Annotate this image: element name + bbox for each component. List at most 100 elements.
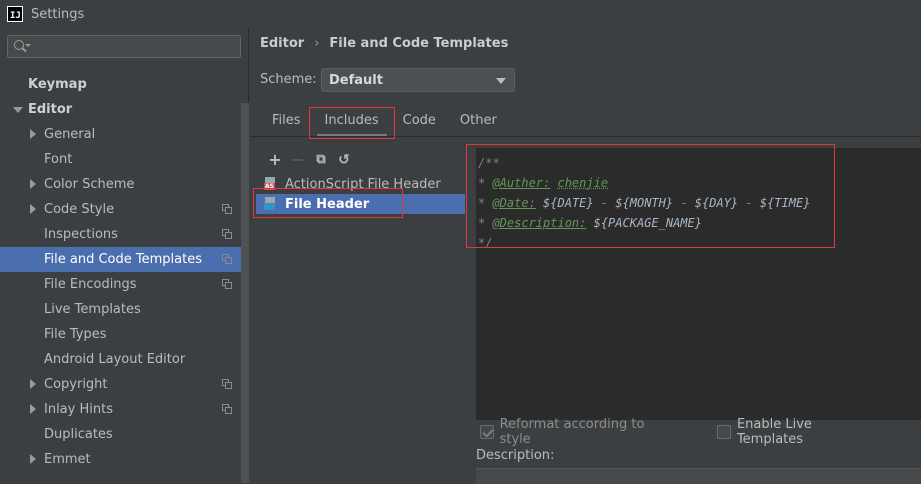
chevron-down-icon[interactable] [13,107,23,113]
window-title: Settings [31,6,85,22]
settings-sidebar: Keymap Editor General Font Color Scheme Code … [0,28,249,484]
reformat-checkbox[interactable] [480,425,494,439]
sidebar-item-keymap[interactable]: Keymap [0,72,249,97]
chevron-right-icon[interactable] [30,204,36,214]
breadcrumb-parent[interactable]: Editor [260,36,304,51]
project-scope-icon [222,229,232,239]
main-panel: Editor › File and Code Templates Scheme:… [250,28,921,484]
chevron-right-icon[interactable] [30,404,36,414]
template-tabs: Files Includes Code Other [260,104,509,137]
sidebar-item-file-types[interactable]: File Types [0,322,249,347]
remove-icon[interactable]: − [291,152,305,168]
sidebar-item-label: Code Style [44,202,115,217]
sidebar-item-file-and-code-templates[interactable]: File and Code Templates [0,247,249,272]
author-value: chenjie [557,176,609,190]
template-item[interactable]: File Header [256,194,466,214]
sidebar-item-label: Keymap [28,77,87,92]
sidebar-item-copyright[interactable]: Copyright [0,372,249,397]
pane-splitter[interactable] [465,148,476,484]
description-label: Description: [476,448,555,463]
chevron-right-icon[interactable] [30,179,36,189]
chevron-right-icon[interactable] [30,379,36,389]
sidebar-scrollbar[interactable] [241,103,249,483]
reformat-label[interactable]: Reformat according to style [500,417,674,447]
tab-divider [250,136,921,137]
template-name: File Header [285,196,370,212]
template-editor[interactable]: /** * @Auther: chenjie * @Date: ${DATE} … [476,148,921,420]
breadcrumb: Editor › File and Code Templates [260,36,508,51]
breadcrumb-separator: › [314,36,320,51]
scheme-select[interactable]: Default [321,68,515,92]
template-list-pane: + − ⧉ ↺ AS ActionScript File Header File H… [256,148,466,484]
code-line: /** [478,156,500,170]
breadcrumb-current: File and Code Templates [329,36,509,51]
chevron-right-icon[interactable] [30,454,36,464]
add-icon[interactable]: + [268,152,282,168]
description-box [476,468,921,484]
project-scope-icon [222,279,232,289]
sidebar-item-inspections[interactable]: Inspections [0,222,249,247]
search-icon[interactable] [13,39,31,55]
sidebar-item-color-scheme[interactable]: Color Scheme [0,172,249,197]
sidebar-item-emmet[interactable]: Emmet [0,447,249,472]
live-templates-label[interactable]: Enable Live Templates [737,417,877,447]
template-item[interactable]: AS ActionScript File Header [256,174,466,194]
sidebar-item-label: Inspections [44,227,118,242]
date-var: ${DATE} [543,196,594,210]
sidebar-item-code-style[interactable]: Code Style [0,197,249,222]
day-var: ${DAY} [694,196,739,210]
live-templates-checkbox[interactable] [717,425,731,439]
project-scope-icon [222,404,232,414]
time-var: ${TIME} [759,196,811,210]
sidebar-item-label: File Types [44,327,107,342]
sidebar-item-label: File Encodings [44,277,137,292]
intellij-logo-icon: IJ [7,6,23,22]
sidebar-item-file-encodings[interactable]: File Encodings [0,272,249,297]
copy-icon[interactable]: ⧉ [314,153,328,167]
sidebar-item-label: Android Layout Editor [44,352,186,367]
reset-icon[interactable]: ↺ [337,153,351,167]
tab-includes[interactable]: Includes [313,104,391,137]
settings-tree: Keymap Editor General Font Color Scheme Code … [0,64,249,472]
package-var: ${PACKAGE_NAME} [593,216,702,230]
actionscript-file-icon: AS [264,177,277,191]
sidebar-item-editor[interactable]: Editor [0,97,249,122]
sidebar-item-inlay-hints[interactable]: Inlay Hints [0,397,249,422]
sidebar-item-label: File and Code Templates [44,252,202,267]
scheme-label: Scheme: [260,72,317,87]
code-line: * @Description: ${PACKAGE_NAME} [478,216,702,230]
sidebar-item-duplicates[interactable]: Duplicates [0,422,249,447]
template-options: Reformat according to style Enable Live … [480,417,921,447]
tab-other[interactable]: Other [448,104,509,137]
tab-files[interactable]: Files [260,104,313,137]
code-line: * @Date: ${DATE} - ${MONTH} - ${DAY} - $… [478,196,811,210]
java-file-icon [264,197,277,211]
sidebar-item-label: Copyright [44,377,108,392]
tab-code[interactable]: Code [391,104,448,137]
sidebar-item-label: Emmet [44,452,91,467]
chevron-down-icon [496,78,506,84]
sidebar-item-label: Font [44,152,73,167]
template-toolbar: + − ⧉ ↺ [256,148,466,172]
project-scope-icon [222,254,232,264]
search-input[interactable] [7,35,241,58]
sidebar-item-font[interactable]: Font [0,147,249,172]
month-var: ${MONTH} [615,196,674,210]
date-tag: @Date: [492,196,536,210]
sidebar-item-label: Color Scheme [44,177,135,192]
sidebar-item-android-layout-editor[interactable]: Android Layout Editor [0,347,249,372]
sidebar-item-live-templates[interactable]: Live Templates [0,297,249,322]
sidebar-item-label: Inlay Hints [44,402,113,417]
sidebar-item-label: General [44,127,96,142]
sidebar-item-label: Editor [28,102,73,117]
template-list: AS ActionScript File Header File Header [256,174,466,214]
template-name: ActionScript File Header [285,176,441,192]
sidebar-item-label: Duplicates [44,427,113,442]
project-scope-icon [222,204,232,214]
code-line: * @Auther: chenjie [478,176,609,190]
sidebar-item-general[interactable]: General [0,122,249,147]
scheme-value: Default [329,72,383,88]
author-tag: @Auther: [492,176,551,190]
chevron-right-icon[interactable] [30,129,36,139]
title-bar: IJ Settings [0,0,921,28]
